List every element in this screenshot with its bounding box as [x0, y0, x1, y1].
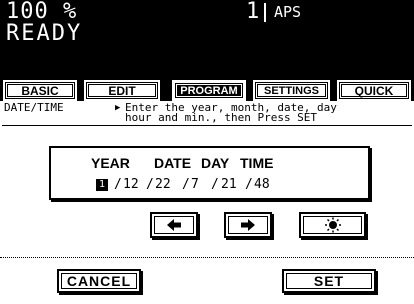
status-message: READY [6, 21, 83, 46]
paper-size: APS [274, 3, 302, 21]
move-left-button[interactable] [150, 212, 198, 238]
time-label: TIME [240, 155, 274, 171]
month-value[interactable]: 12 [123, 177, 139, 192]
day-label: DAY [201, 155, 230, 171]
move-right-button[interactable] [224, 212, 272, 238]
day-value[interactable]: 7 [191, 177, 199, 192]
cancel-button[interactable]: CANCEL [57, 269, 141, 293]
date-time-panel: YEAR DATE DAY TIME 1 / 12 / 22 / 7 / 21 … [49, 146, 370, 200]
play-arrow-icon: ▶ [115, 103, 121, 113]
brightness-icon [324, 217, 341, 233]
divider [264, 3, 266, 22]
date-value[interactable]: 22 [155, 177, 171, 192]
tab-quick[interactable]: QUICK [337, 80, 411, 101]
year-value[interactable]: 1 [96, 179, 108, 191]
arrow-left-icon [167, 219, 181, 231]
instruction-line-2: hour and min., then Press SET [125, 111, 318, 124]
set-button[interactable]: SET [282, 269, 376, 293]
screen-title: DATE/TIME [4, 101, 64, 114]
divider [0, 257, 414, 258]
separator: / [114, 177, 122, 192]
separator: / [245, 177, 253, 192]
hour-value[interactable]: 21 [221, 177, 237, 192]
brightness-button[interactable] [299, 212, 366, 238]
tab-bar: BASIC EDIT PROGRAM SETTINGS QUICK [0, 51, 414, 101]
separator: / [211, 177, 219, 192]
tab-edit[interactable]: EDIT [84, 80, 160, 101]
tab-basic[interactable]: BASIC [3, 80, 77, 101]
year-label: YEAR [91, 155, 130, 171]
tab-settings[interactable]: SETTINGS [253, 80, 330, 101]
separator: / [146, 177, 154, 192]
copy-count: 1 [246, 0, 260, 24]
arrow-right-icon [241, 219, 255, 231]
minute-value[interactable]: 48 [254, 177, 270, 192]
tab-program[interactable]: PROGRAM [172, 80, 246, 101]
zoom-ratio: 100 % [6, 0, 78, 24]
status-bar: 100 % 1 APS READY [0, 0, 414, 51]
date-label: DATE [154, 155, 192, 171]
screen-header: DATE/TIME ▶ Enter the year, month, date,… [2, 101, 412, 126]
separator: / [182, 177, 190, 192]
